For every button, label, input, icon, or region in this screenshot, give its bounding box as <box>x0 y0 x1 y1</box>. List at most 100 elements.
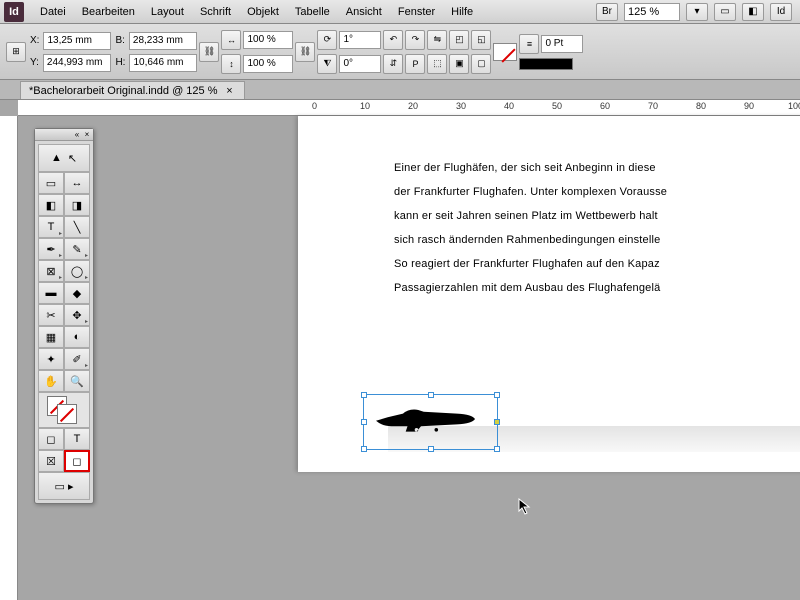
workspace-icon[interactable]: Id <box>770 3 792 21</box>
resize-handle[interactable] <box>428 446 434 452</box>
rotate-ccw-icon[interactable]: ↶ <box>383 30 403 50</box>
horizontal-ruler: 0 10 20 30 40 50 60 70 80 90 100 <box>18 100 800 116</box>
scale-y-icon: ↕ <box>221 54 241 74</box>
menu-schrift[interactable]: Schrift <box>192 2 239 22</box>
mouse-cursor <box>518 498 532 516</box>
screen-mode-toggle[interactable]: ▭ ▸ <box>38 472 90 500</box>
gradient-feather-tool[interactable]: ◐ <box>64 326 90 348</box>
select-content-icon[interactable]: ◱ <box>471 30 491 50</box>
paragraph-icon[interactable]: P <box>405 54 425 74</box>
align-icon[interactable]: ⬚ <box>427 54 447 74</box>
rotate-field[interactable] <box>339 31 381 49</box>
body-text: Einer der Flughäfen, der sich seit Anbeg… <box>394 156 800 300</box>
x-label: X: <box>28 35 41 46</box>
close-icon[interactable]: × <box>224 85 236 97</box>
y-label: Y: <box>28 57 41 68</box>
app-logo: Id <box>4 2 24 22</box>
rectangle-frame-tool[interactable]: ⊠▸ <box>38 260 64 282</box>
canvas[interactable]: Einer der Flughäfen, der sich seit Anbeg… <box>18 116 800 600</box>
page-tool[interactable]: ▭ <box>38 172 64 194</box>
shear-icon: ⧨ <box>317 54 337 74</box>
x-field[interactable] <box>43 32 111 50</box>
menu-fenster[interactable]: Fenster <box>390 2 443 22</box>
stroke-weight-field[interactable] <box>541 35 583 53</box>
menu-layout[interactable]: Layout <box>143 2 192 22</box>
apply-color-icon[interactable]: ◻ <box>64 450 90 472</box>
formatting-container-icon[interactable]: ◻ <box>38 428 64 450</box>
resize-handle[interactable] <box>494 446 500 452</box>
menu-bar: Id Datei Bearbeiten Layout Schrift Objek… <box>0 0 800 24</box>
reference-point-icon[interactable]: ⊞ <box>6 42 26 62</box>
fit-frame-icon[interactable]: ▢ <box>471 54 491 74</box>
shear-field[interactable] <box>339 55 381 73</box>
menu-hilfe[interactable]: Hilfe <box>443 2 481 22</box>
zoom-level-field[interactable]: 125 % <box>624 3 680 21</box>
fill-swatch[interactable] <box>493 43 517 61</box>
constrain-scale-icon[interactable]: ⛓ <box>295 42 315 62</box>
fit-content-icon[interactable]: ▣ <box>449 54 469 74</box>
ellipse-tool[interactable]: ◯▸ <box>64 260 90 282</box>
scale-x-field[interactable] <box>243 31 293 49</box>
menu-tabelle[interactable]: Tabelle <box>287 2 338 22</box>
resize-handle[interactable] <box>494 392 500 398</box>
bridge-button[interactable]: Br <box>596 3 618 21</box>
zoom-tool[interactable]: 🔍 <box>64 370 90 392</box>
selection-tool[interactable]: ▲↖ <box>38 144 90 172</box>
formatting-text-icon[interactable]: T <box>64 428 90 450</box>
chevron-down-icon[interactable]: ▾ <box>686 3 708 21</box>
menu-objekt[interactable]: Objekt <box>239 2 287 22</box>
resize-handle[interactable] <box>361 446 367 452</box>
scissors-tool[interactable]: ✂ <box>38 304 64 326</box>
polygon-tool[interactable]: ◆ <box>64 282 90 304</box>
content-collector-tool[interactable]: ◧ <box>38 194 64 216</box>
scale-y-field[interactable] <box>243 55 293 73</box>
pencil-tool[interactable]: ✎▸ <box>64 238 90 260</box>
resize-handle[interactable] <box>361 419 367 425</box>
y-field[interactable] <box>43 54 111 72</box>
menu-datei[interactable]: Datei <box>32 2 74 22</box>
pen-tool[interactable]: ✒▸ <box>38 238 64 260</box>
line-tool[interactable]: ╲ <box>64 216 90 238</box>
rotate-cw-icon[interactable]: ↷ <box>405 30 425 50</box>
tools-panel-header[interactable]: «× <box>35 129 93 141</box>
gradient-swatch-tool[interactable]: ▦ <box>38 326 64 348</box>
hand-tool[interactable]: ✋ <box>38 370 64 392</box>
tools-panel[interactable]: «× ▲↖ ▭ ↔ ◧ ◨ T▸ ╲ ✒▸ ✎▸ ⊠▸ ◯▸ ▬ ◆ ✂ ✥▸ … <box>34 128 94 504</box>
note-tool[interactable]: ✦ <box>38 348 64 370</box>
select-container-icon[interactable]: ◰ <box>449 30 469 50</box>
menu-ansicht[interactable]: Ansicht <box>338 2 390 22</box>
menu-bearbeiten[interactable]: Bearbeiten <box>74 2 143 22</box>
content-placer-tool[interactable]: ◨ <box>64 194 90 216</box>
document-tab[interactable]: *Bachelorarbeit Original.indd @ 125 % × <box>20 81 245 99</box>
gap-tool[interactable]: ↔ <box>64 172 90 194</box>
document-tab-bar: *Bachelorarbeit Original.indd @ 125 % × <box>0 80 800 100</box>
flip-v-icon[interactable]: ⇵ <box>383 54 403 74</box>
apply-none-icon[interactable]: ☒ <box>38 450 64 472</box>
h-label: H: <box>113 57 127 68</box>
resize-handle[interactable] <box>428 392 434 398</box>
type-tool[interactable]: T▸ <box>38 216 64 238</box>
width-field[interactable] <box>129 32 197 50</box>
w-label: B: <box>113 35 126 46</box>
stroke-style-dropdown[interactable] <box>519 58 573 70</box>
close-icon[interactable]: × <box>83 131 91 139</box>
free-transform-tool[interactable]: ✥▸ <box>64 304 90 326</box>
constrain-proportions-icon[interactable]: ⛓ <box>199 42 219 62</box>
screen-mode-icon[interactable]: ▭ <box>714 3 736 21</box>
stroke-weight-icon: ≡ <box>519 34 539 54</box>
fill-stroke-swatch[interactable] <box>38 392 90 428</box>
vertical-ruler <box>0 116 18 600</box>
flip-h-icon[interactable]: ⇋ <box>427 30 447 50</box>
arrange-icon[interactable]: ◧ <box>742 3 764 21</box>
document-tab-title: *Bachelorarbeit Original.indd @ 125 % <box>29 85 218 97</box>
control-bar: ⊞ X: Y: B: H: ⛓ ↔ ↕ ⛓ ⟳ ⧨ ↶ ↷ ⇋ ⇵ P ⬚ ◰◱… <box>0 24 800 80</box>
eyedropper-tool[interactable]: ✐▸ <box>64 348 90 370</box>
collapse-icon[interactable]: « <box>73 131 81 139</box>
selection-bounding-box[interactable] <box>363 394 498 450</box>
resize-handle[interactable] <box>361 392 367 398</box>
rotate-icon: ⟳ <box>317 30 337 50</box>
resize-handle[interactable] <box>494 419 500 425</box>
rectangle-tool[interactable]: ▬ <box>38 282 64 304</box>
height-field[interactable] <box>129 54 197 72</box>
scale-x-icon: ↔ <box>221 30 241 50</box>
